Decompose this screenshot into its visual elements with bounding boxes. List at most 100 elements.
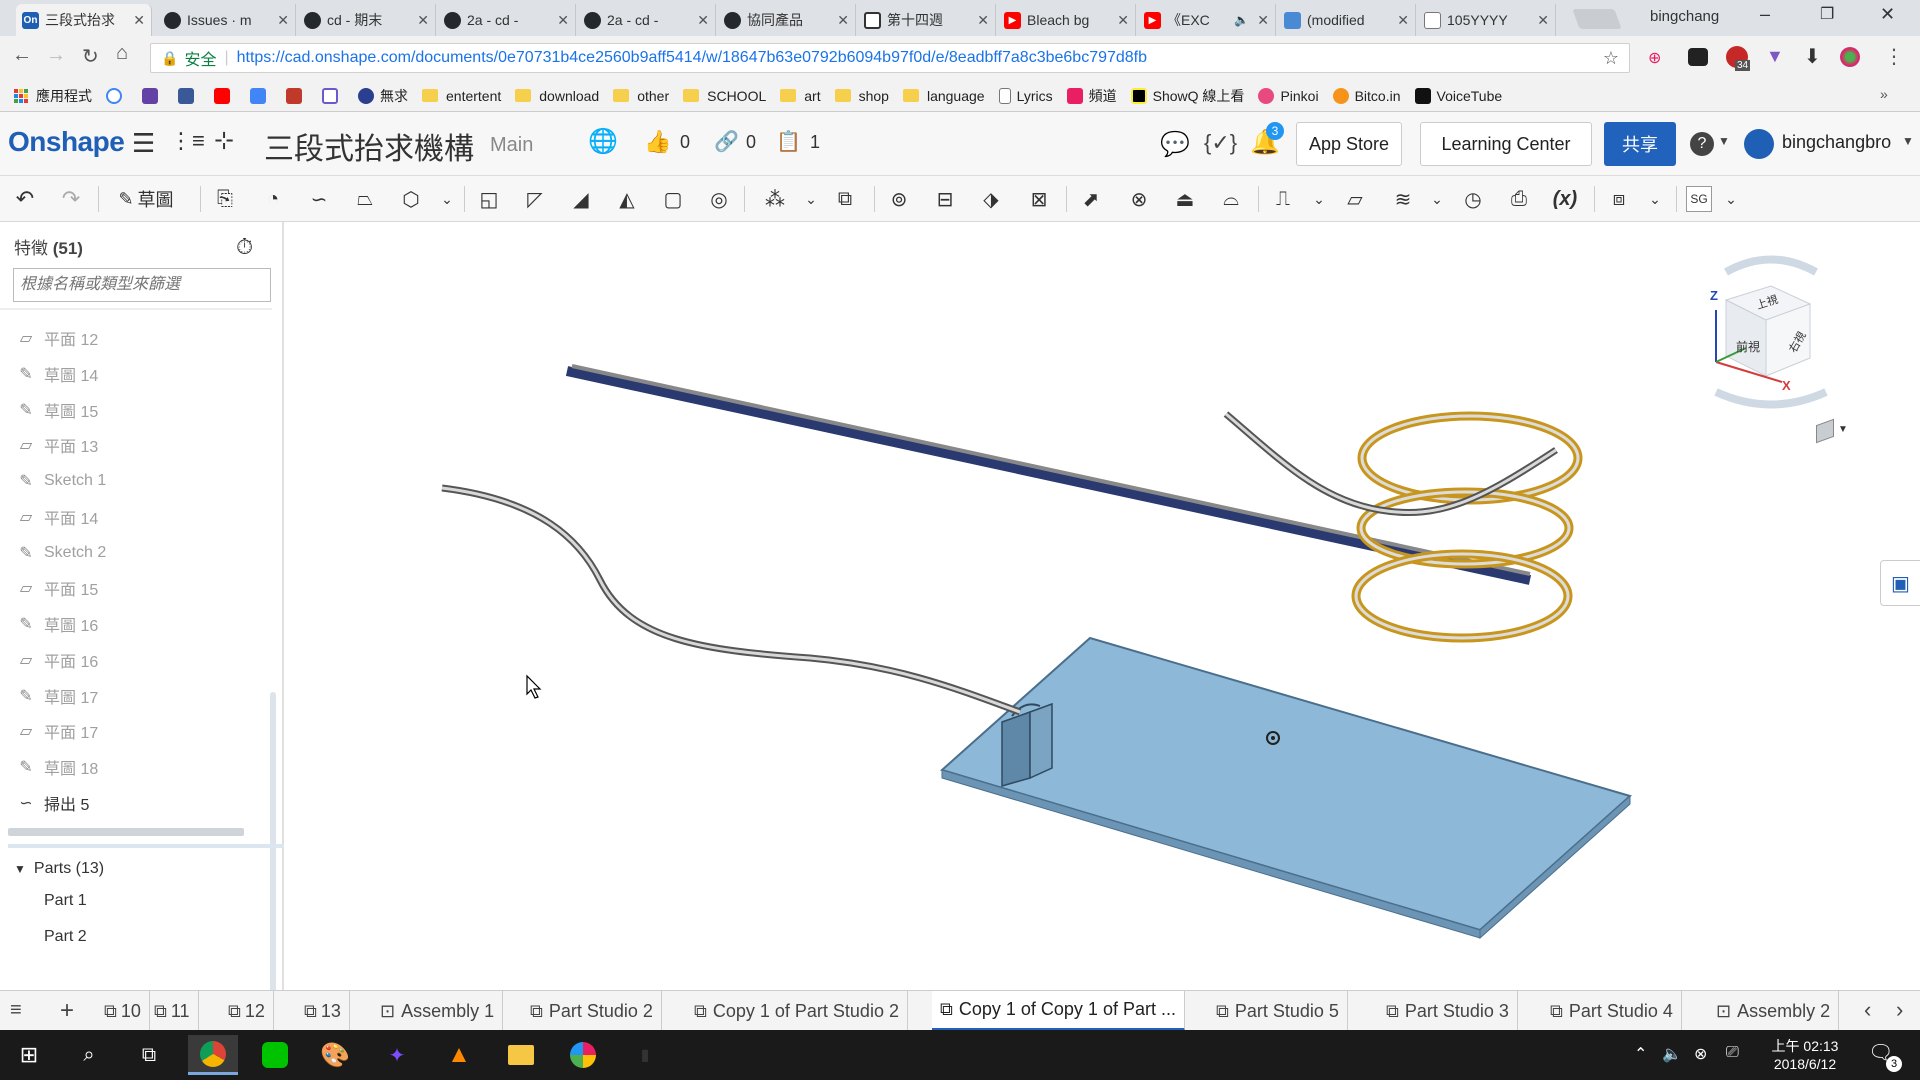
bookmark-folder[interactable]: download [515,88,599,104]
globe-icon[interactable]: 🌐 [588,127,618,156]
user-name[interactable]: bingchangbro [1782,132,1891,153]
bookmark-app[interactable]: Bitco.in [1332,87,1401,104]
bookmark-e-app[interactable] [322,87,344,104]
browser-tab[interactable]: 第十四週 ✕ [858,4,996,36]
extrude-icon[interactable]: ⎘ [210,184,240,214]
link-icon[interactable]: 🔗 [714,129,739,154]
add-tab-icon[interactable]: + [60,997,74,1025]
scroll-tabs-left-icon[interactable]: ‹ [1858,997,1878,1023]
chevron-down-icon[interactable]: ▼ [1718,134,1730,148]
tray-chevron-up-icon[interactable]: ⌃ [1634,1044,1647,1064]
chevron-down-icon[interactable]: ⌄ [1716,184,1746,214]
insert-icon[interactable]: ⊹ [214,126,234,155]
browser-tab[interactable]: 2a - cd - ✕ [578,4,716,36]
feature-item[interactable]: ▱ 平面 17 [16,715,98,747]
browser-tab[interactable]: 協同產品 ✕ [718,4,856,36]
feature-item[interactable]: ✎ 草圖 18 [16,751,98,783]
chevron-down-icon[interactable]: ⌄ [432,184,462,214]
close-tab-icon[interactable]: ✕ [1397,12,1409,29]
element-tab[interactable]: ⧉ 13 [296,991,350,1031]
feature-item[interactable]: ▱ 平面 13 [16,429,98,461]
help-icon[interactable]: ? [1690,132,1714,156]
close-tab-icon[interactable]: ✕ [277,12,289,29]
element-tab[interactable]: ⧉ 10 [96,991,150,1031]
onshape-logo[interactable]: Onshape [8,126,125,158]
forward-icon[interactable]: → [46,44,66,67]
sweep-icon[interactable]: ∽ [304,184,334,214]
app-taskbar-icon[interactable]: ▮ [620,1035,670,1075]
paint-taskbar-icon[interactable]: 🎨 [310,1035,360,1075]
orbit-arc[interactable] [1724,255,1818,276]
home-icon[interactable]: ⌂ [116,42,128,65]
part-item[interactable]: Part 2 [44,928,87,946]
boolean-icon[interactable]: ⊚ [884,184,914,214]
reload-icon[interactable]: ↻ [82,44,99,69]
extension-icon[interactable]: ▼ [1766,46,1784,67]
close-tab-icon[interactable]: ✕ [1537,12,1549,29]
back-icon[interactable]: ← [12,44,32,67]
parts-header[interactable]: ▼ Parts (13) [14,860,104,878]
chrome-taskbar-icon[interactable] [188,1035,238,1075]
bookmark-folder[interactable]: language [902,88,985,104]
feature-item[interactable]: ✎ 草圖 16 [16,608,98,640]
restore-icon[interactable]: ❐ [1820,4,1834,24]
bookmark-folder[interactable]: art [780,88,821,104]
bookmark-folder[interactable]: SCHOOL [683,88,766,104]
share-button[interactable]: 共享 [1604,122,1676,166]
feature-item[interactable]: ✎ 草圖 14 [16,358,98,390]
element-tab[interactable]: ⊡ Assembly 2 [1708,991,1840,1031]
copy-icon[interactable]: 📋 [776,129,801,154]
bookmark-folder[interactable]: entertent [422,88,501,104]
network-icon[interactable]: ⊗ [1694,1044,1707,1064]
app-taskbar-icon[interactable]: ✦ [372,1035,422,1075]
comments-icon[interactable]: 💬 [1160,130,1190,159]
element-tab[interactable]: ⧉ Part Studio 3 [1378,991,1518,1031]
app-taskbar-icon[interactable] [558,1035,608,1075]
tab-list-icon[interactable]: ≡ [10,999,22,1022]
delete-face-icon[interactable]: ⊗ [1124,184,1154,214]
move-face-icon[interactable]: ⬈ [1076,184,1106,214]
bookmark-google[interactable] [106,87,128,104]
bookmark-folder[interactable]: other [613,88,669,104]
feature-list-icon[interactable]: ⋮≡ [170,128,205,154]
feature-item[interactable]: ▱ 平面 16 [16,644,98,676]
browser-tab[interactable]: ▶ Bleach bg ✕ [998,4,1136,36]
feature-item[interactable]: ▱ 平面 12 [16,322,98,354]
file-explorer-taskbar-icon[interactable] [496,1035,546,1075]
feature-item[interactable]: ✎ 草圖 15 [16,394,98,426]
chevron-down-icon[interactable]: ⌄ [1640,184,1670,214]
model-scene[interactable] [286,222,1920,990]
orbit-arc[interactable] [1714,388,1828,409]
bookmark-translate[interactable] [250,87,272,104]
avatar[interactable] [1744,129,1774,159]
learning-center-button[interactable]: Learning Center [1420,122,1592,166]
profile-name[interactable]: bingchang [1650,8,1719,25]
bookmark-app[interactable]: 頻道 [1066,86,1117,106]
offset-surface-icon[interactable]: ⌓ [1216,184,1246,214]
bookmark-app[interactable]: ShowQ 線上看 [1130,86,1244,106]
bookmark-crest[interactable] [286,87,308,104]
feature-filter-input[interactable] [13,268,271,302]
view-cube-graphic[interactable] [1686,252,1856,412]
hamburger-menu-icon[interactable]: ☰ [132,128,155,159]
element-tab[interactable]: ⧉ 12 [220,991,274,1031]
more-bookmarks-icon[interactable]: » [1880,86,1888,102]
pattern-icon[interactable]: ⁂ [760,184,790,214]
plane-icon[interactable]: ▱ [1340,184,1370,214]
rollback-timer-icon[interactable]: ⏱ [236,234,253,260]
chevron-down-icon[interactable]: ⌄ [796,184,826,214]
element-tab[interactable]: ⧉ Part Studio 4 [1542,991,1682,1031]
scroll-tabs-right-icon[interactable]: › [1890,997,1910,1023]
graphics-viewport[interactable]: Z X 上視 前視 右視 ▼ ▣ [286,222,1920,990]
document-title[interactable]: 三段式抬求機構 [264,124,474,168]
feature-item[interactable]: ∽ 掃出 5 [16,787,89,819]
support-block[interactable] [1001,710,1031,787]
close-tab-icon[interactable]: ✕ [133,12,145,29]
url-bar[interactable]: 🔒 安全 | https://cad.onshape.com/documents… [150,43,1630,73]
base-plate[interactable] [939,636,1633,932]
horizontal-scrollbar[interactable] [8,828,244,836]
chevron-down-icon[interactable]: ⌄ [1304,184,1334,214]
bookmark-app[interactable]: VoiceTube [1414,87,1502,104]
speaker-icon[interactable]: 🔈 [1234,13,1249,27]
element-tab[interactable]: ⧉ Part Studio 2 [522,991,662,1031]
